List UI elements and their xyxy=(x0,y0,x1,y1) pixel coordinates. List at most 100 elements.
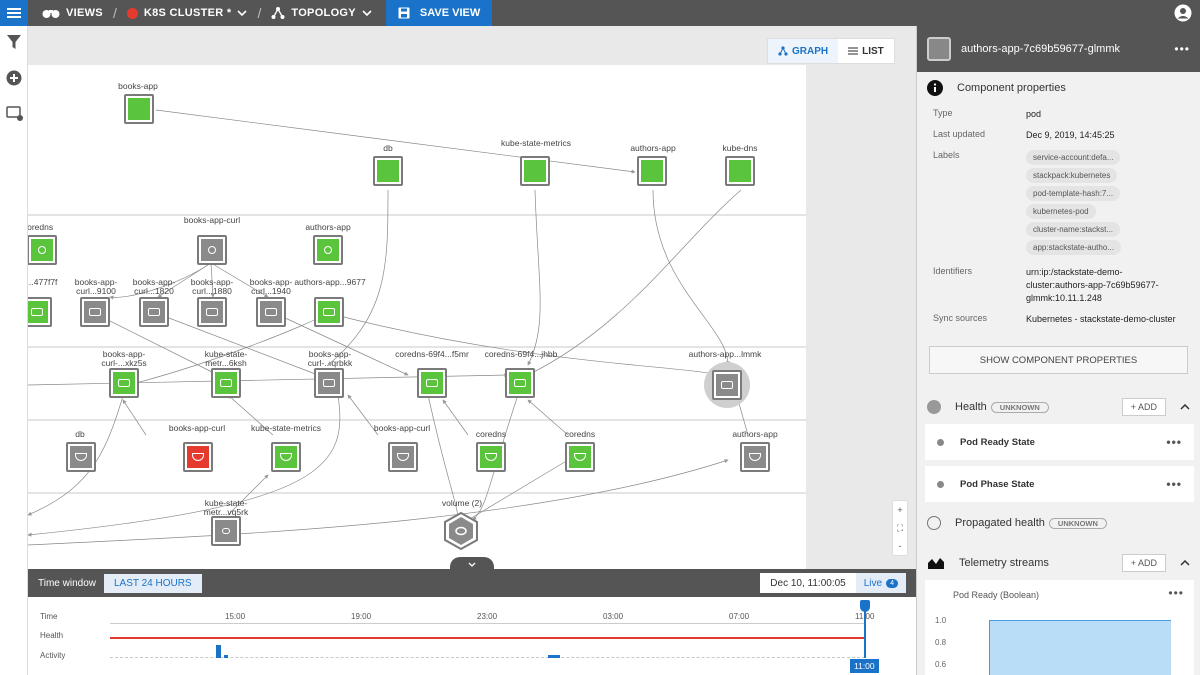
menu-icon[interactable] xyxy=(0,0,28,26)
chevron-down-icon xyxy=(362,10,372,16)
view-settings-icon[interactable] xyxy=(6,106,23,122)
filter-icon[interactable] xyxy=(6,34,22,50)
zoom-in-button[interactable]: + xyxy=(893,501,907,519)
health-check-card[interactable]: Pod Ready State ••• xyxy=(925,424,1194,460)
component-node[interactable] xyxy=(271,442,301,472)
component-node[interactable] xyxy=(505,368,535,398)
node-label: authors-app xyxy=(630,143,676,153)
component-node[interactable] xyxy=(124,94,154,124)
node-label: coredns-69f4...jhbb xyxy=(484,349,558,359)
properties-list: Type pod Last updated Dec 9, 2019, 14:45:2… xyxy=(917,104,1200,338)
graph-tab-label: GRAPH xyxy=(792,45,829,57)
timeline: Time window LAST 24 HOURS Dec 10, 11:00:… xyxy=(28,569,916,675)
component-node[interactable] xyxy=(417,368,447,398)
component-node[interactable] xyxy=(313,235,343,265)
time-range-button[interactable]: LAST 24 HOURS xyxy=(103,573,202,593)
health-status-icon xyxy=(927,400,941,414)
time-axis-line xyxy=(110,623,865,624)
labels-list: service-account:defa... stackpack:kubern… xyxy=(1026,150,1184,258)
telemetry-label: Telemetry streams xyxy=(959,557,1049,569)
cluster-view-dropdown[interactable]: K8S CLUSTER * xyxy=(126,7,248,19)
component-node[interactable] xyxy=(476,442,506,472)
activity-bar xyxy=(224,655,228,658)
health-check-name: Pod Phase State xyxy=(960,478,1035,490)
add-circle-icon[interactable] xyxy=(6,70,22,86)
stream-y-tick: 0.8 xyxy=(935,638,947,647)
component-node[interactable] xyxy=(637,156,667,186)
more-options-icon[interactable]: ••• xyxy=(1174,42,1190,56)
topology-dropdown[interactable]: TOPOLOGY xyxy=(271,6,372,20)
component-node[interactable] xyxy=(565,442,595,472)
node-label: db xyxy=(383,143,393,153)
health-check-name: Pod Ready State xyxy=(960,436,1035,448)
live-count-badge: 4 xyxy=(886,578,898,588)
node-label: books-app-curl xyxy=(168,423,226,433)
node-label: kube-state-metr...6ksh xyxy=(204,349,248,368)
save-view-button[interactable]: SAVE VIEW xyxy=(385,0,493,26)
component-node[interactable] xyxy=(256,297,286,327)
check-status-dot xyxy=(937,480,944,488)
selected-component-node[interactable] xyxy=(712,370,742,400)
activity-bar xyxy=(548,655,560,658)
breadcrumb-separator: / xyxy=(112,5,117,21)
component-node[interactable] xyxy=(211,368,241,398)
topology-graph[interactable]: books-app db kube-state-metrics authors-… xyxy=(28,65,806,569)
time-tick: 15:00 xyxy=(225,612,246,621)
label-tag: service-account:defa... xyxy=(1026,150,1121,165)
node-label: authors-app...lmmk xyxy=(688,349,762,359)
component-node[interactable] xyxy=(725,156,755,186)
prop-key: Sync sources xyxy=(933,313,988,323)
component-node[interactable] xyxy=(28,297,52,327)
more-options-icon[interactable]: ••• xyxy=(1168,586,1184,600)
component-node[interactable] xyxy=(314,297,344,327)
component-node[interactable] xyxy=(109,368,139,398)
add-health-button[interactable]: + ADD xyxy=(1121,398,1166,416)
telemetry-stream-card[interactable]: Pod Ready (Boolean) ••• 1.0 0.8 0.6 xyxy=(925,580,1194,675)
component-node[interactable] xyxy=(66,442,96,472)
node-label: kube-dns xyxy=(722,143,758,153)
stream-y-tick: 0.6 xyxy=(935,660,947,669)
show-component-properties-button[interactable]: SHOW COMPONENT PROPERTIES xyxy=(929,346,1188,374)
component-node[interactable] xyxy=(139,297,169,327)
health-section: Health UNKNOWN + ADD xyxy=(917,390,1200,424)
tab-list[interactable]: LIST xyxy=(838,39,894,63)
node-label: coredns xyxy=(564,429,596,439)
prop-key: Identifiers xyxy=(933,266,973,276)
zoom-out-button[interactable]: - xyxy=(893,537,907,555)
topology-label: TOPOLOGY xyxy=(291,7,356,19)
component-node[interactable] xyxy=(740,442,770,472)
tab-graph[interactable]: GRAPH xyxy=(768,39,839,63)
label-tag: kubernetes-pod xyxy=(1026,204,1096,219)
time-cursor-handle[interactable] xyxy=(860,600,870,612)
component-node[interactable] xyxy=(80,297,110,327)
more-options-icon[interactable]: ••• xyxy=(1166,435,1182,449)
volume-node[interactable] xyxy=(444,512,478,550)
component-node[interactable] xyxy=(388,442,418,472)
add-stream-button[interactable]: + ADD xyxy=(1121,554,1166,572)
component-node[interactable] xyxy=(183,442,213,472)
component-node[interactable] xyxy=(28,235,57,265)
current-date[interactable]: Dec 10, 11:00:05 xyxy=(760,578,855,589)
component-node[interactable] xyxy=(197,297,227,327)
node-label: kube-state-metrics xyxy=(501,138,571,148)
component-node[interactable] xyxy=(373,156,403,186)
health-status-badge: UNKNOWN xyxy=(990,401,1049,413)
chevron-up-icon[interactable] xyxy=(1180,560,1190,566)
component-node[interactable] xyxy=(314,368,344,398)
views-menu[interactable]: VIEWS xyxy=(42,7,103,19)
chevron-up-icon[interactable] xyxy=(1180,404,1190,410)
prop-type-value: pod xyxy=(1026,109,1042,119)
health-check-card[interactable]: Pod Phase State ••• xyxy=(925,466,1194,502)
topology-canvas[interactable]: GRAPH LIST books-app db kube-state-metri… xyxy=(28,26,916,571)
activity-bar xyxy=(216,645,221,658)
more-options-icon[interactable]: ••• xyxy=(1166,477,1182,491)
component-node[interactable] xyxy=(520,156,550,186)
node-label: books-app-curl-...qrbkk xyxy=(307,349,353,368)
component-node[interactable] xyxy=(197,235,227,265)
component-node[interactable] xyxy=(211,516,241,546)
cluster-label: K8S CLUSTER * xyxy=(143,7,232,19)
live-button[interactable]: Live 4 xyxy=(855,573,906,593)
zoom-fit-button[interactable]: ⛶ xyxy=(893,519,907,537)
account-icon[interactable] xyxy=(1174,4,1192,25)
prop-key: Last updated xyxy=(933,129,986,139)
